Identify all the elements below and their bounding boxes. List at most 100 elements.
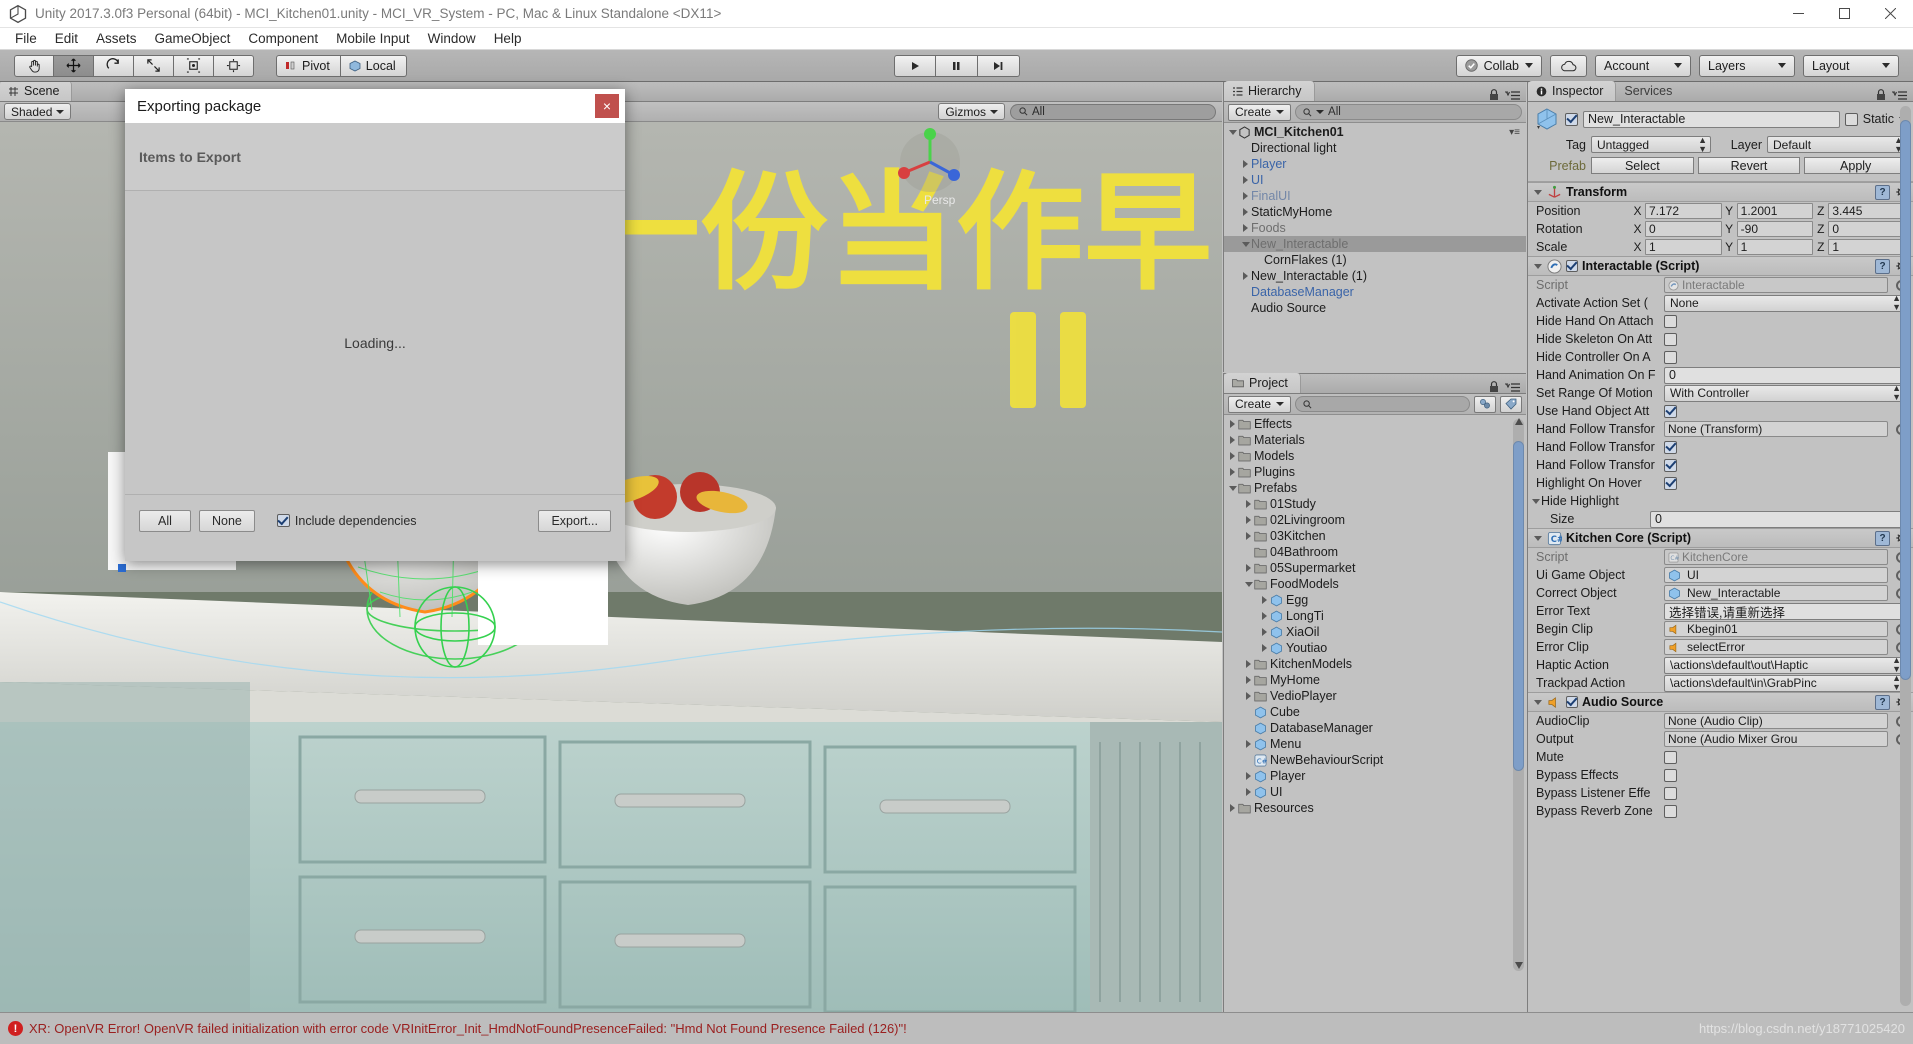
menu-mobile-input[interactable]: Mobile Input xyxy=(327,29,419,48)
kitchencore-dropdown-haptic-action[interactable]: \actions\default\out\Haptic ▲ ▼ xyxy=(1664,656,1905,674)
hierarchy-item-mci-kitchen01[interactable]: MCI_Kitchen01 ▾≡ xyxy=(1224,124,1526,140)
transform-position-x-input[interactable]: 7.172 xyxy=(1645,203,1722,219)
hide-highlight-arrow-icon[interactable] xyxy=(1530,498,1541,504)
maximize-button[interactable] xyxy=(1821,0,1867,28)
help-icon[interactable]: ? xyxy=(1875,530,1890,546)
audiosource-component-header[interactable]: Audio Source ? xyxy=(1528,692,1913,712)
menu-help[interactable]: Help xyxy=(485,29,531,48)
project-item-prefabs[interactable]: Prefabs xyxy=(1224,480,1526,496)
kitchencore-input-error-text[interactable]: 选择错误,请重新选择 xyxy=(1664,602,1905,620)
interactable-checkbox-hand-follow-transfor[interactable] xyxy=(1664,440,1677,454)
local-button[interactable]: Local xyxy=(340,54,407,77)
scroll-up-arrow-icon[interactable] xyxy=(1513,415,1524,427)
foldout-arrow-icon[interactable] xyxy=(1240,192,1251,200)
kitchencore-component-header[interactable]: C# Kitchen Core (Script) ? xyxy=(1528,528,1913,548)
panel-menu-icon[interactable] xyxy=(1505,90,1520,101)
audiosource-enabled-checkbox[interactable] xyxy=(1566,696,1578,708)
menu-assets[interactable]: Assets xyxy=(87,29,146,48)
menu-file[interactable]: File xyxy=(6,29,46,48)
menu-gameobject[interactable]: GameObject xyxy=(146,29,240,48)
interactable-checkbox-hide-hand-on-attach[interactable] xyxy=(1664,314,1677,328)
project-item-cube[interactable]: Cube xyxy=(1224,704,1526,720)
gizmos-dropdown[interactable]: Gizmos xyxy=(938,103,1005,120)
kitchencore-objectfield-ui-game-object[interactable]: UI xyxy=(1664,567,1888,583)
prefab-revert-button[interactable]: Revert xyxy=(1697,157,1801,174)
tab-inspector[interactable]: Inspector xyxy=(1528,81,1617,101)
object-enabled-checkbox[interactable] xyxy=(1565,112,1578,126)
lock-icon[interactable] xyxy=(1489,89,1499,101)
cloud-button[interactable] xyxy=(1550,54,1587,77)
hierarchy-item-new-interactable[interactable]: New_Interactable xyxy=(1224,236,1526,252)
account-button[interactable]: Account xyxy=(1595,54,1691,77)
panel-menu-icon[interactable] xyxy=(1892,90,1907,101)
project-item-egg[interactable]: Egg xyxy=(1224,592,1526,608)
audiosource-checkbox-bypass-listener-effe[interactable] xyxy=(1664,786,1677,800)
project-item-effects[interactable]: Effects xyxy=(1224,416,1526,432)
kitchencore-dropdown-trackpad-action[interactable]: \actions\default\in\GrabPinc ▲ ▼ xyxy=(1664,674,1905,692)
foldout-arrow-icon[interactable] xyxy=(1243,581,1254,587)
hierarchy-item-new-interactable-1[interactable]: New_Interactable (1) xyxy=(1224,268,1526,284)
foldout-arrow-icon[interactable] xyxy=(1259,628,1270,636)
move-tool-button[interactable] xyxy=(54,54,94,77)
scene-context-menu-icon[interactable]: ▾≡ xyxy=(1509,127,1526,138)
scroll-down-arrow-icon[interactable] xyxy=(1513,959,1524,971)
foldout-arrow-icon[interactable] xyxy=(1243,772,1254,780)
foldout-arrow-icon[interactable] xyxy=(1259,644,1270,652)
hierarchy-item-cornflakes-1[interactable]: CornFlakes (1) xyxy=(1224,252,1526,268)
collab-button[interactable]: Collab xyxy=(1455,54,1542,77)
tag-dropdown[interactable]: Untagged ▲ ▼ xyxy=(1591,136,1711,153)
project-item-04bathroom[interactable]: 04Bathroom xyxy=(1224,544,1526,560)
play-button[interactable] xyxy=(893,54,936,77)
audiosource-checkbox-mute[interactable] xyxy=(1664,750,1677,764)
interactable-dropdown-activate-action-set[interactable]: None ▲ ▼ xyxy=(1664,294,1905,312)
interactable-input-hand-animation-on-f[interactable]: 0 xyxy=(1664,366,1905,384)
foldout-arrow-icon[interactable] xyxy=(1243,564,1254,572)
project-item-youtiao[interactable]: Youtiao xyxy=(1224,640,1526,656)
kitchencore-foldout-arrow-icon[interactable] xyxy=(1532,535,1543,541)
project-item-models[interactable]: Models xyxy=(1224,448,1526,464)
help-icon[interactable]: ? xyxy=(1875,258,1890,274)
transform-rotation-z-input[interactable]: 0 xyxy=(1828,221,1906,237)
select-all-button[interactable]: All xyxy=(139,509,191,532)
inspector-scrollbar[interactable] xyxy=(1900,106,1911,1006)
minimize-button[interactable] xyxy=(1775,0,1821,28)
project-item-materials[interactable]: Materials xyxy=(1224,432,1526,448)
transform-component-header[interactable]: Transform ? xyxy=(1528,182,1913,202)
transform-rotation-x-input[interactable]: 0 xyxy=(1645,221,1722,237)
project-item-plugins[interactable]: Plugins xyxy=(1224,464,1526,480)
shading-mode-dropdown[interactable]: Shaded xyxy=(4,103,72,120)
close-button[interactable] xyxy=(1867,0,1913,28)
hierarchy-item-ui[interactable]: UI xyxy=(1224,172,1526,188)
size-input[interactable]: 0 xyxy=(1650,510,1905,528)
hierarchy-item-databasemanager[interactable]: DatabaseManager xyxy=(1224,284,1526,300)
interactable-checkbox-hide-controller-on-a[interactable] xyxy=(1664,350,1677,364)
hierarchy-item-foods[interactable]: Foods xyxy=(1224,220,1526,236)
foldout-arrow-icon[interactable] xyxy=(1240,208,1251,216)
status-bar[interactable]: ! XR: OpenVR Error! OpenVR failed initia… xyxy=(0,1012,1913,1044)
interactable-foldout-arrow-icon[interactable] xyxy=(1532,263,1543,269)
rotate-tool-button[interactable] xyxy=(94,54,134,77)
lock-icon[interactable] xyxy=(1876,89,1886,101)
lock-icon[interactable] xyxy=(1489,381,1499,393)
foldout-arrow-icon[interactable] xyxy=(1240,160,1251,168)
foldout-arrow-icon[interactable] xyxy=(1227,452,1238,460)
foldout-arrow-icon[interactable] xyxy=(1240,176,1251,184)
transform-tool-button[interactable] xyxy=(214,54,254,77)
project-item-menu[interactable]: Menu xyxy=(1224,736,1526,752)
hierarchy-tree[interactable]: MCI_Kitchen01 ▾≡ Directional light Player UI… xyxy=(1224,123,1526,316)
hierarchy-item-finalui[interactable]: FinalUI xyxy=(1224,188,1526,204)
project-scrollbar-thumb[interactable] xyxy=(1513,441,1524,771)
kitchencore-objectfield-begin-clip[interactable]: Kbegin01 xyxy=(1664,621,1888,637)
project-item-longti[interactable]: LongTi xyxy=(1224,608,1526,624)
layers-button[interactable]: Layers xyxy=(1699,54,1795,77)
interactable-script-field[interactable]: Interactable xyxy=(1664,277,1888,293)
layer-dropdown[interactable]: Default ▲ ▼ xyxy=(1767,136,1907,153)
transform-position-y-input[interactable]: 1.2001 xyxy=(1736,203,1814,219)
project-item-databasemanager[interactable]: DatabaseManager xyxy=(1224,720,1526,736)
kitchencore-objectfield-error-clip[interactable]: selectError xyxy=(1664,639,1888,655)
audiosource-checkbox-bypass-effects[interactable] xyxy=(1664,768,1677,782)
project-item-resources[interactable]: Resources xyxy=(1224,800,1526,816)
transform-scale-x-input[interactable]: 1 xyxy=(1645,239,1722,255)
foldout-arrow-icon[interactable] xyxy=(1259,612,1270,620)
interactable-checkbox-highlight-on-hover[interactable] xyxy=(1664,476,1677,490)
